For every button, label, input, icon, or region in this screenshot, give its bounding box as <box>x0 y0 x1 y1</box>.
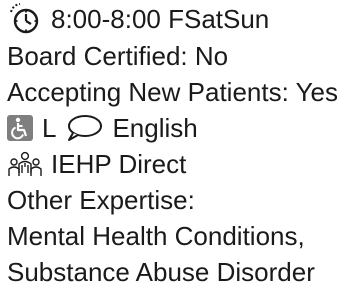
accessibility-language-row: L English <box>7 110 356 146</box>
expertise-line-2: Substance Abuse Disorder <box>7 254 356 290</box>
expertise-item: Mental Health Conditions, <box>7 221 305 251</box>
expertise-heading: Other Expertise: <box>7 185 195 215</box>
provider-details: 8:00-8:00 FSatSun Board Certified: No Ac… <box>0 0 356 290</box>
wheelchair-accessible-icon <box>7 115 33 141</box>
expertise-line-1: Mental Health Conditions, <box>7 218 356 254</box>
board-certified-row: Board Certified: No <box>7 38 356 74</box>
expertise-item: Substance Abuse Disorder <box>7 257 315 287</box>
hours-text: 8:00-8:00 FSatSun <box>51 4 270 34</box>
accessibility-code: L <box>42 113 57 143</box>
plan-row: IEHP Direct <box>7 146 356 182</box>
accepting-patients-text: Accepting New Patients: Yes <box>7 77 338 107</box>
group-people-icon <box>7 149 43 179</box>
clock-icon <box>7 2 41 36</box>
accepting-patients-row: Accepting New Patients: Yes <box>7 74 356 110</box>
hours-row: 8:00-8:00 FSatSun <box>7 0 356 38</box>
board-certified-text: Board Certified: No <box>7 41 229 71</box>
speech-bubble-icon <box>64 113 104 143</box>
plan-name: IEHP Direct <box>51 149 187 179</box>
language-text: English <box>112 113 198 143</box>
expertise-heading-row: Other Expertise: <box>7 182 356 218</box>
